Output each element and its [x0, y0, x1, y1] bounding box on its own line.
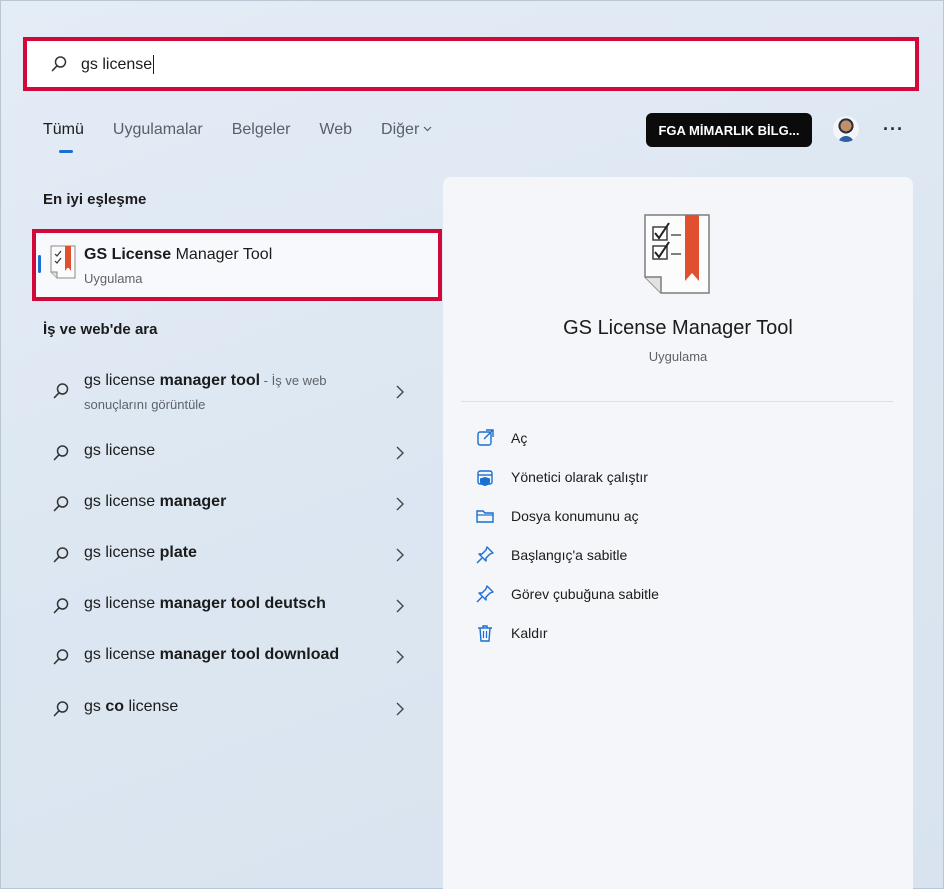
- suggestion-bold: manager tool: [159, 372, 261, 389]
- pin-icon: [476, 546, 494, 564]
- chevron-right-icon: [396, 599, 404, 613]
- more-options-button[interactable]: ···: [883, 119, 904, 140]
- web-suggestion-row[interactable]: gs co license: [43, 689, 413, 729]
- web-suggestion-row[interactable]: gs license manager: [43, 484, 413, 524]
- suggestion-text: gs license: [84, 372, 160, 389]
- avatar[interactable]: [833, 116, 859, 142]
- search-box[interactable]: gs license: [23, 37, 919, 91]
- action-pin-to-start[interactable]: Başlangıç'a sabitle: [473, 540, 773, 570]
- tab-apps[interactable]: Uygulamalar: [113, 121, 203, 139]
- action-open-file-location[interactable]: Dosya konumunu aç: [473, 501, 773, 531]
- tab-web[interactable]: Web: [319, 121, 352, 139]
- preview-title: GS License Manager Tool: [563, 317, 793, 339]
- web-suggestion-row[interactable]: gs license plate: [43, 535, 413, 575]
- search-icon: [53, 547, 69, 563]
- chevron-right-icon: [396, 446, 404, 460]
- web-suggestion-row[interactable]: gs license manager tool deutsch: [43, 586, 413, 626]
- tab-documents[interactable]: Belgeler: [232, 121, 291, 139]
- chevron-right-icon: [396, 385, 404, 399]
- suggestion-text: gs license: [84, 544, 160, 561]
- suggestion-label: gs license manager tool deutsch: [84, 595, 326, 613]
- best-match-name-rest: Manager Tool: [171, 246, 273, 263]
- suggestion-label: gs license: [84, 442, 155, 460]
- suggestion-label: gs license manager tool - İş ve web sonu…: [84, 369, 384, 417]
- suggestion-label: gs license manager tool download: [84, 646, 339, 664]
- account-button[interactable]: FGA MİMARLIK BİLG...: [646, 113, 812, 147]
- chevron-down-icon: [423, 126, 432, 132]
- suggestion-bold: manager tool deutsch: [159, 595, 326, 612]
- best-match-name: GS License Manager Tool: [84, 246, 272, 264]
- tab-all[interactable]: Tümü: [43, 121, 84, 153]
- web-suggestion-row[interactable]: gs license manager tool - İş ve web sonu…: [43, 371, 413, 412]
- suggestion-text: gs license: [84, 493, 160, 510]
- search-icon: [53, 598, 69, 614]
- action-uninstall[interactable]: Kaldır: [473, 618, 773, 648]
- search-icon: [51, 56, 67, 72]
- best-match-type: Uygulama: [84, 271, 143, 286]
- web-search-heading: İş ve web'de ara: [43, 321, 158, 338]
- suggestion-bold: plate: [159, 544, 197, 561]
- suggestion-label: gs license plate: [84, 544, 197, 562]
- suggestion-text: gs: [84, 698, 106, 715]
- divider: [461, 401, 893, 402]
- chevron-right-icon: [396, 650, 404, 664]
- filter-tabs: Tümü Uygulamalar Belgeler Web Diğer: [43, 121, 461, 153]
- chevron-right-icon: [396, 702, 404, 716]
- search-icon: [53, 383, 69, 399]
- action-run-as-admin[interactable]: Yönetici olarak çalıştır: [473, 462, 773, 492]
- action-label: Aç: [511, 430, 528, 446]
- search-icon: [53, 445, 69, 461]
- suggestion-label: gs license manager: [84, 493, 226, 511]
- trash-icon: [478, 625, 492, 642]
- preview-subtitle: Uygulama: [648, 349, 708, 364]
- suggestion-tail: license: [124, 698, 179, 715]
- web-suggestion-row[interactable]: gs license: [43, 433, 413, 473]
- search-icon: [53, 701, 69, 717]
- app-checklist-icon: [50, 245, 76, 279]
- action-label: Dosya konumunu aç: [511, 508, 639, 524]
- best-match-heading: En iyi eşleşme: [43, 191, 147, 208]
- web-suggestion-row[interactable]: gs license manager tool download: [43, 637, 413, 677]
- suggestion-label: gs co license: [84, 698, 178, 716]
- suggestion-bold: manager: [159, 493, 227, 510]
- folder-icon: [476, 510, 494, 523]
- open-external-icon: [477, 429, 494, 446]
- action-label: Görev çubuğuna sabitle: [511, 586, 659, 602]
- preview-panel: GS License Manager Tool Uygulama Aç Yöne…: [443, 177, 913, 889]
- action-pin-to-taskbar[interactable]: Görev çubuğuna sabitle: [473, 579, 773, 609]
- action-open[interactable]: Aç: [473, 423, 773, 453]
- search-input[interactable]: gs license: [81, 55, 155, 74]
- app-checklist-icon: [644, 214, 710, 294]
- tab-more-label: Diğer: [381, 121, 420, 138]
- best-match-result[interactable]: GS License Manager Tool Uygulama: [32, 229, 442, 301]
- action-label: Başlangıç'a sabitle: [511, 547, 628, 563]
- search-icon: [53, 496, 69, 512]
- pin-icon: [476, 585, 494, 603]
- action-label: Kaldır: [511, 625, 548, 641]
- suggestion-bold: manager tool download: [159, 646, 340, 663]
- suggestion-text: gs license: [84, 595, 160, 612]
- shield-admin-icon: [477, 470, 493, 486]
- chevron-right-icon: [396, 497, 404, 511]
- tab-more[interactable]: Diğer: [381, 121, 432, 139]
- suggestion-text: gs license: [84, 646, 160, 663]
- best-match-name-bold: GS License: [84, 246, 172, 263]
- start-search-window: gs license Tümü Uygulamalar Belgeler Web…: [0, 0, 944, 889]
- search-icon: [53, 649, 69, 665]
- suggestion-bold: co: [105, 698, 125, 715]
- suggestion-text: gs license: [84, 442, 156, 459]
- action-label: Yönetici olarak çalıştır: [511, 469, 648, 485]
- chevron-right-icon: [396, 548, 404, 562]
- selection-indicator: [38, 255, 41, 273]
